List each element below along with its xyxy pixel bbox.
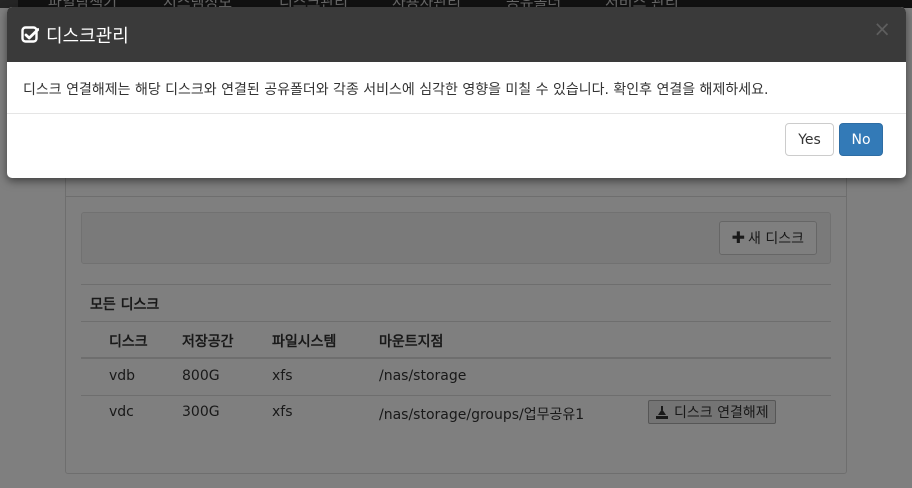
dialog-title-text: 디스크관리: [46, 26, 129, 47]
confirm-dialog: 디스크관리 × 디스크 연결해제는 해당 디스크와 연결된 공유폴더와 각종 서…: [7, 7, 906, 178]
check-square-icon: [21, 26, 39, 43]
dialog-header: 디스크관리 ×: [7, 7, 906, 62]
dialog-message: 디스크 연결해제는 해당 디스크와 연결된 공유폴더와 각종 서비스에 심각한 …: [23, 82, 769, 98]
close-icon[interactable]: ×: [873, 19, 891, 40]
yes-button[interactable]: Yes: [785, 123, 834, 156]
no-button[interactable]: No: [839, 123, 883, 156]
dialog-title: 디스크관리: [21, 22, 129, 48]
dialog-body: 디스크 연결해제는 해당 디스크와 연결된 공유폴더와 각종 서비스에 심각한 …: [7, 62, 906, 114]
